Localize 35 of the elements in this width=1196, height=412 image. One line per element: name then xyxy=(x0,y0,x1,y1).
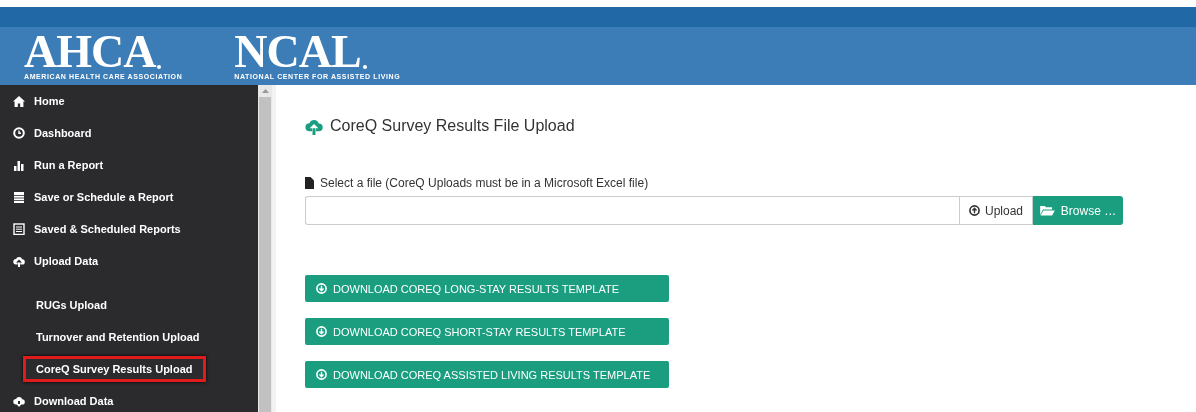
calendar-icon xyxy=(13,191,25,203)
nav-item[interactable]: Download Data xyxy=(0,385,258,412)
download-circle-icon xyxy=(316,283,327,294)
logo-wordmark: AHCA xyxy=(24,33,156,71)
nav-subitem[interactable]: CoreQ Survey Results Upload xyxy=(23,356,206,382)
page-title: CoreQ Survey Results File Upload xyxy=(330,117,575,135)
registered-mark-icon xyxy=(157,65,162,69)
bar-chart-icon xyxy=(13,159,25,171)
nav-subitem[interactable]: Turnover and Retention Upload xyxy=(23,324,213,350)
file-icon xyxy=(305,177,314,189)
scrollbar[interactable] xyxy=(258,85,272,412)
download-circle-icon xyxy=(316,369,327,380)
registered-mark-icon xyxy=(362,65,367,69)
upload-circle-icon xyxy=(969,205,980,216)
scroll-up-icon[interactable] xyxy=(261,89,269,93)
nav-item[interactable]: Dashboard xyxy=(0,117,258,149)
scrollbar-thumb[interactable] xyxy=(259,97,271,412)
nav-subitem[interactable]: RUGs Upload xyxy=(23,292,120,318)
nav-item[interactable]: Save or Schedule a Report xyxy=(0,181,258,213)
cloud-upload-icon xyxy=(305,117,323,135)
nav-item[interactable]: Saved & Scheduled Reports xyxy=(0,213,258,245)
logo-wordmark: NCAL xyxy=(234,33,361,71)
cloud-download-icon xyxy=(13,395,25,407)
folder-icon xyxy=(1039,205,1055,216)
nav-item[interactable]: Run a Report xyxy=(0,149,258,181)
upload-button[interactable]: Upload xyxy=(959,196,1033,225)
field-label: Select a file (CoreQ Uploads must be in a Microsoft Excel file) xyxy=(320,176,649,190)
file-path-field[interactable] xyxy=(305,196,959,225)
home-icon xyxy=(13,95,25,107)
nav-item[interactable]: Upload Data xyxy=(0,245,258,277)
nav-item[interactable]: Home xyxy=(0,85,258,117)
download-circle-icon xyxy=(316,326,327,337)
list-icon xyxy=(13,223,25,235)
cloud-upload-icon xyxy=(13,255,25,267)
clock-icon xyxy=(13,127,25,139)
